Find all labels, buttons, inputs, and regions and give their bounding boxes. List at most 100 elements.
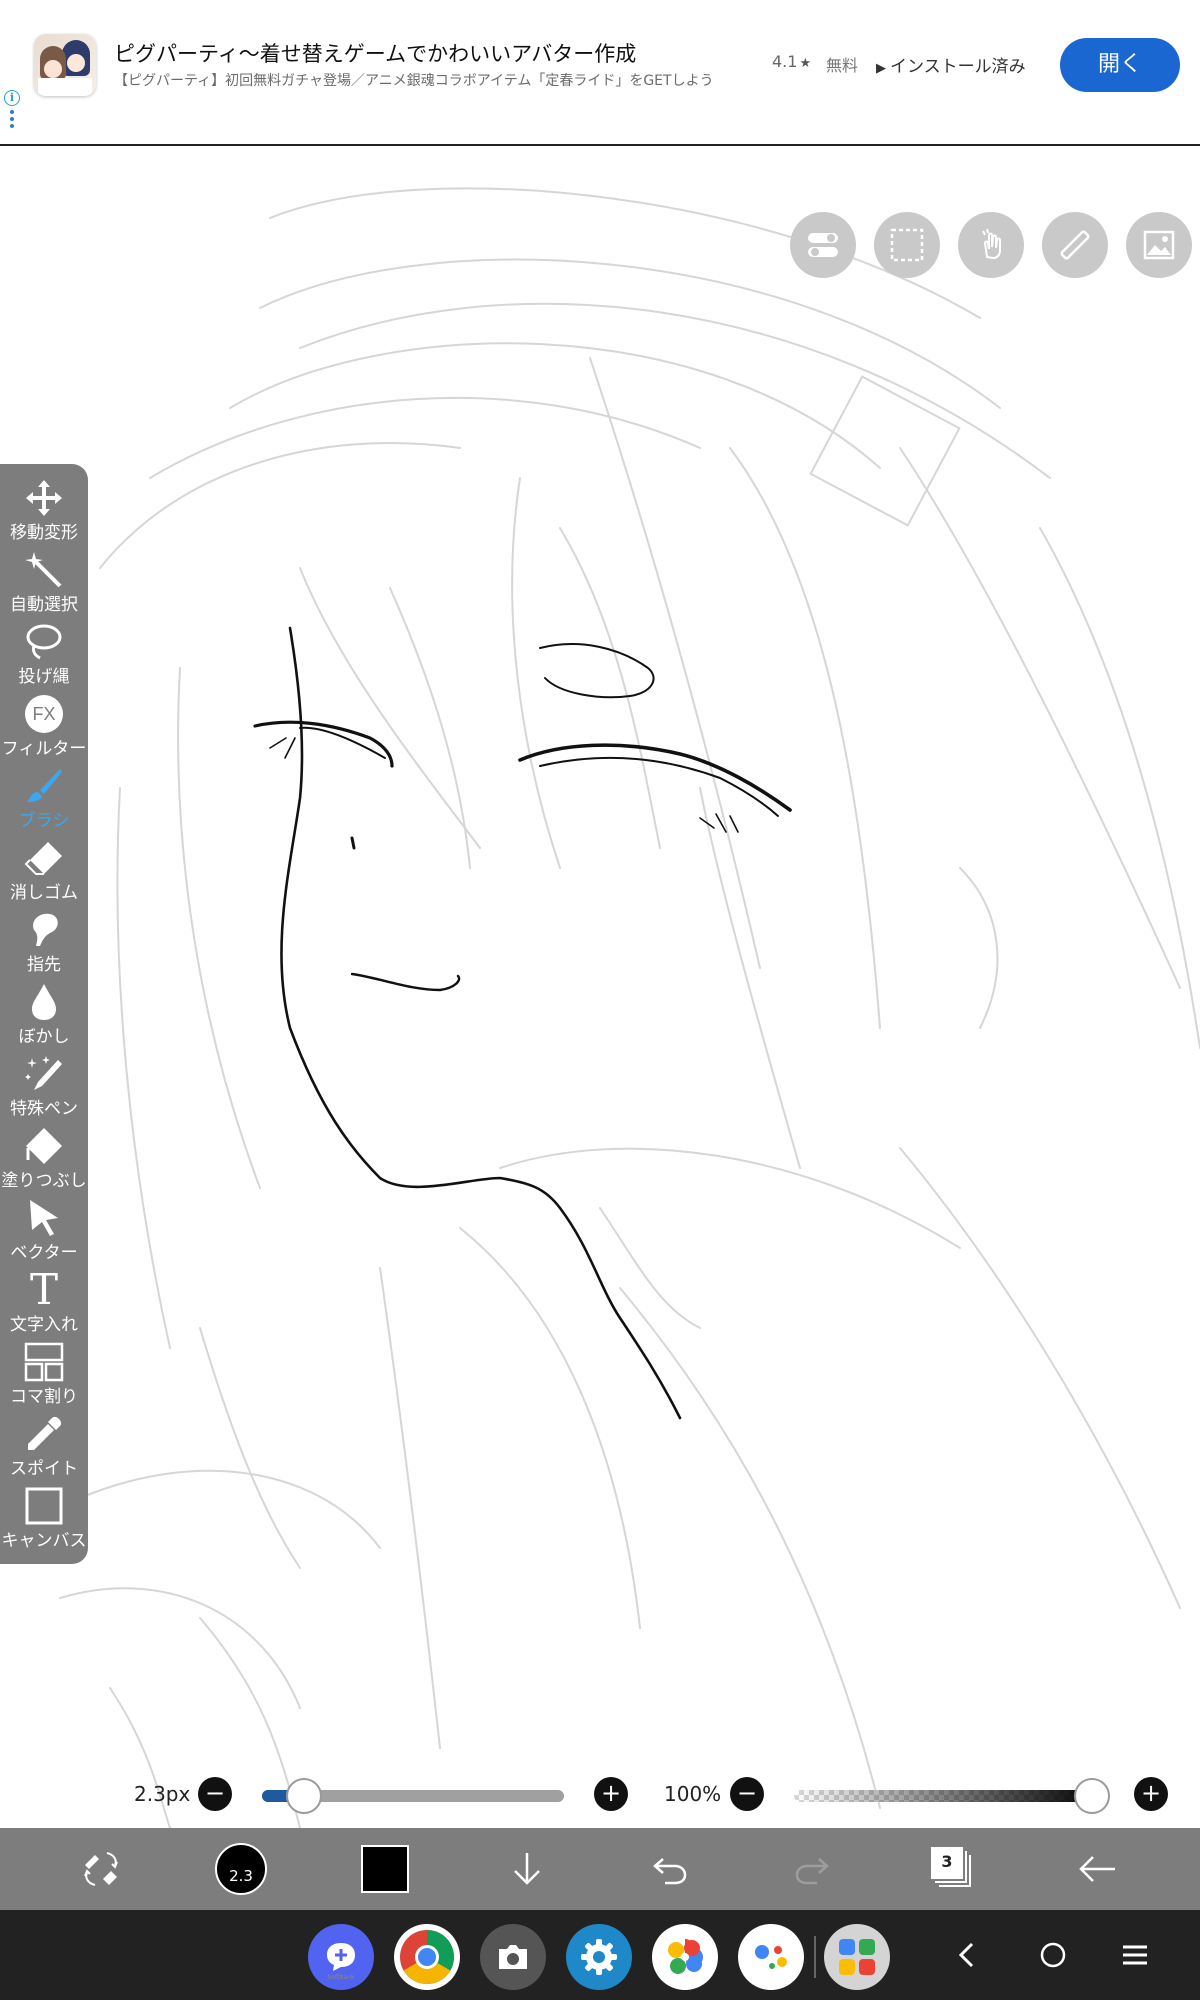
nav-home-icon[interactable] [1030,1932,1076,1978]
brush-size-increase-button[interactable]: + [594,1777,628,1811]
selection-icon[interactable] [874,212,940,278]
nav-recents-icon[interactable] [1112,1932,1158,1978]
tool-label: 特殊ペン [10,1099,78,1119]
ad-price: 無料 [826,56,859,75]
ad-title[interactable]: ピグパーティ〜着せ替えゲームでかわいいアバター作成 [114,38,636,68]
tool-lasso[interactable]: 投げ縄 [0,620,88,692]
dock-badge: SoftBank [327,1974,355,1981]
opacity-value: 100% [664,1782,722,1806]
tool-canvas[interactable]: キャンバス [0,1484,88,1556]
layer-count: 3 [931,1847,963,1879]
redo-icon[interactable] [786,1842,840,1896]
tool-special-pen[interactable]: 特殊ペン [0,1052,88,1124]
opacity-slider-knob[interactable] [1074,1778,1110,1814]
opacity-decrease-button[interactable]: − [730,1777,764,1811]
tool-auto-select[interactable]: 自動選択 [0,548,88,620]
undo-icon[interactable] [642,1842,696,1896]
swap-brush-eraser-icon[interactable] [74,1842,128,1896]
ad-installed-label: インストール済み [890,57,1026,77]
tool-vector[interactable]: ベクター [0,1196,88,1268]
tool-eyedropper[interactable]: スポイト [0,1412,88,1484]
dock-divider [814,1936,816,1978]
apps-icon[interactable] [824,1924,890,1990]
play-store-icon: ▶ [876,61,886,76]
tool-fill[interactable]: 塗りつぶし [0,1124,88,1196]
tool-frame-divide[interactable]: コマ割り [0,1340,88,1412]
nav-back-icon[interactable] [944,1932,990,1978]
photos-icon[interactable] [652,1924,718,1990]
brush-size-badge: 2.3 [229,1867,253,1885]
tool-label: 移動変形 [10,523,78,543]
tool-filter[interactable]: FX フィルター [0,692,88,764]
download-icon[interactable] [500,1842,554,1896]
drawing-canvas[interactable] [0,148,1200,1828]
tool-label: ベクター [10,1243,78,1263]
fx-icon: FX [22,694,66,734]
ad-app-icon[interactable] [34,34,96,96]
tool-label: 消しゴム [10,883,78,903]
tool-label: フィルター [1,739,87,759]
eraser-icon [22,838,66,878]
opacity-slider[interactable] [794,1790,1100,1802]
primary-color-swatch[interactable] [358,1842,412,1896]
tool-text[interactable]: T 文字入れ [0,1268,88,1340]
color-swatch-icon [361,1845,409,1893]
tool-label: ぼかし [18,1027,70,1047]
lasso-icon [22,622,66,662]
bottom-toolbar: 2.3 3 [0,1828,1200,1910]
star-icon: ★ [799,56,812,71]
fx-icon-text: FX [25,695,63,733]
brush-size-preview-icon: 2.3 [215,1843,267,1895]
tool-smudge[interactable]: 指先 [0,908,88,980]
brush-size-slider-knob[interactable] [286,1778,323,1814]
layers-button[interactable]: 3 [926,1842,980,1896]
system-nav-bar: SoftBank [0,1910,1200,2000]
tool-label: 指先 [27,955,61,975]
tool-label: ブラシ [18,811,70,831]
app-screen: i ピグパーティ〜着せ替えゲームでかわいいアバター作成 【ピグパーティ】初回無料… [0,0,1200,2000]
ad-open-button[interactable]: 開く [1060,38,1180,92]
toggle-icon[interactable] [790,212,856,278]
blur-icon [22,982,66,1022]
settings-icon[interactable] [566,1924,632,1990]
ad-banner[interactable]: i ピグパーティ〜着せ替えゲームでかわいいアバター作成 【ピグパーティ】初回無料… [0,0,1200,146]
assistant-icon[interactable] [738,1924,804,1990]
opacity-increase-button[interactable]: + [1134,1777,1168,1811]
tool-label: コマ割り [10,1387,78,1407]
canvas-icon [22,1486,66,1526]
brush-size-value: 2.3px [134,1782,191,1806]
brush-icon [22,766,66,806]
ad-installed-status: ▶ インストール済み [876,52,1026,77]
hand-icon[interactable] [958,212,1024,278]
special-pen-icon [22,1054,66,1094]
tool-eraser[interactable]: 消しゴム [0,836,88,908]
ad-more-icon[interactable] [10,110,14,130]
back-arrow-icon[interactable] [1070,1842,1124,1896]
ad-rating: 4.1 ★ [772,52,811,71]
tool-label: キャンバス [1,1531,87,1551]
text-icon-glyph: T [29,1265,58,1314]
fill-icon [22,1126,66,1166]
tool-brush[interactable]: ブラシ [0,764,88,836]
camera-icon[interactable] [480,1924,546,1990]
ad-info-icon[interactable]: i [4,90,20,106]
tool-label: 投げ縄 [18,667,70,687]
tool-label: 塗りつぶし [1,1171,87,1191]
brush-size-decrease-button[interactable]: − [198,1777,232,1811]
tool-move-transform[interactable]: 移動変形 [0,476,88,548]
tool-label: 文字入れ [10,1315,78,1335]
brush-size-preview-button[interactable]: 2.3 [214,1842,268,1896]
brush-settings-bar: 2.3px − + 100% − + [0,1772,1200,1818]
image-icon[interactable] [1126,212,1192,278]
chrome-icon[interactable] [394,1924,460,1990]
tool-blur[interactable]: ぼかし [0,980,88,1052]
sketch-artwork [59,187,1200,1828]
tool-palette: 移動変形 自動選択 投げ縄 FX フィルター ブラシ 消しゴム 指先 ぼかし 特… [0,464,88,1564]
ad-rating-value: 4.1 [772,52,798,71]
smudge-icon [22,910,66,950]
ruler-icon[interactable] [1042,212,1108,278]
text-icon: T [22,1265,66,1314]
move-icon [22,478,66,518]
softbank-message-icon[interactable]: SoftBank [308,1924,374,1990]
vector-icon [22,1198,66,1238]
